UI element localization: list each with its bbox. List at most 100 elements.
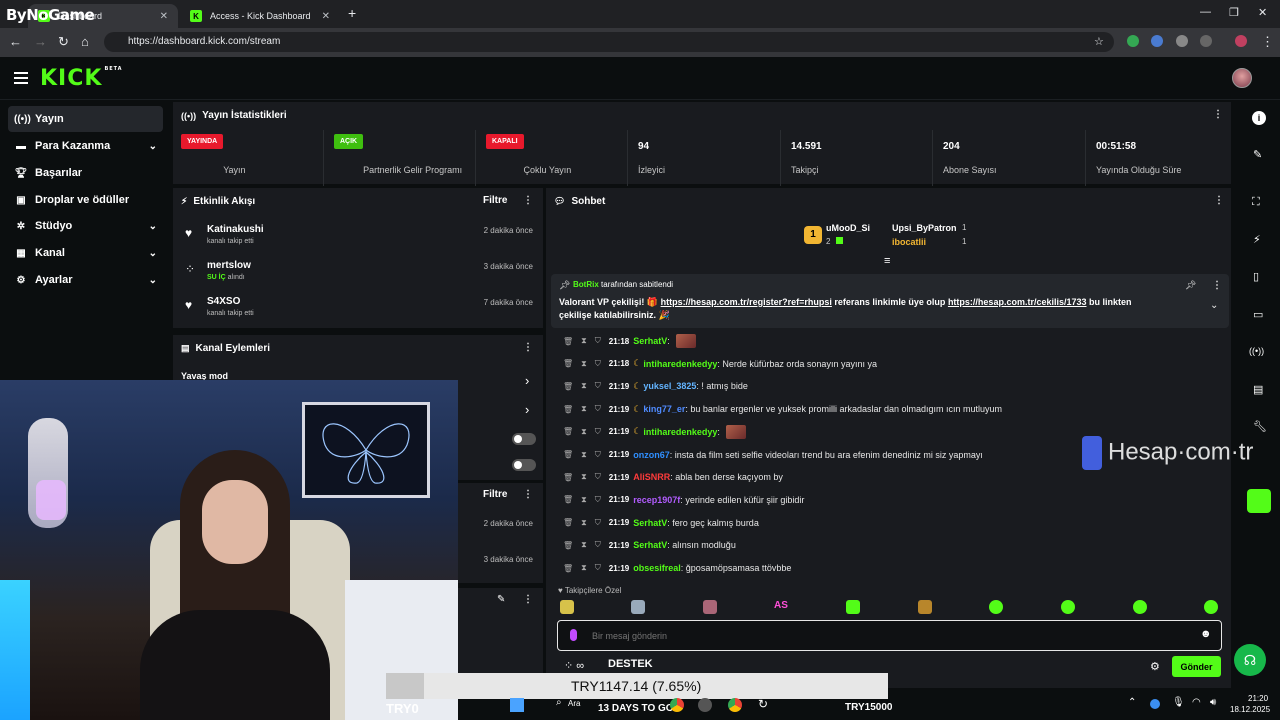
send-button[interactable]: Gönder xyxy=(1172,656,1221,677)
sidebar-item-basarilar[interactable]: 🏆︎ Başarılar xyxy=(8,160,163,186)
delete-icon[interactable]: 🗑︎ xyxy=(563,359,573,368)
broadcast-icon[interactable]: ((•)) xyxy=(1249,346,1264,356)
chat-icon[interactable]: ▭ xyxy=(1253,308,1263,321)
sidebar-item-para-kazanma[interactable]: ▬ Para Kazanma ⌄ xyxy=(8,133,163,159)
top-gifter-name[interactable]: Upsi_ByPatron xyxy=(892,223,957,233)
timeout-icon[interactable]: ⧗ xyxy=(581,359,587,369)
ban-icon[interactable]: ⛉ xyxy=(595,540,601,550)
delete-icon[interactable]: 🗑︎ xyxy=(563,473,573,482)
delete-icon[interactable]: 🗑︎ xyxy=(563,518,573,527)
taskbar-search-icon[interactable]: ⌕ xyxy=(556,697,562,708)
more-options-icon[interactable]: ⋮ xyxy=(523,594,533,605)
filter-lines-icon[interactable]: ≡ xyxy=(884,255,890,267)
puzzle-icon[interactable] xyxy=(1200,35,1212,47)
more-options-icon[interactable]: ⋮ xyxy=(523,489,533,500)
ban-icon[interactable]: ⛉ xyxy=(595,563,601,573)
message-user[interactable]: king77_er xyxy=(643,404,685,414)
message-user[interactable]: SerhatV xyxy=(633,336,667,346)
timeout-icon[interactable]: ⧗ xyxy=(581,472,587,482)
chrome-icon[interactable] xyxy=(670,698,684,712)
pinned-link[interactable]: https://hesap.com.tr/register?ref=rhupsi xyxy=(661,297,832,307)
app-icon[interactable]: ↻ xyxy=(758,697,768,711)
sidebar-item-kanal[interactable]: ▦ Kanal ⌄ xyxy=(8,240,163,266)
message-user[interactable]: obsesifreal xyxy=(633,563,681,573)
profile-icon[interactable] xyxy=(1235,35,1247,47)
emote-icon[interactable] xyxy=(560,600,574,614)
taskbar-search-label[interactable]: Ara xyxy=(568,699,580,708)
tray-mic-icon[interactable]: 🎙︎ xyxy=(1172,697,1185,708)
delete-icon[interactable]: 🗑︎ xyxy=(563,427,573,436)
close-window-icon[interactable]: ✕ xyxy=(1258,6,1267,19)
toggle-switch[interactable] xyxy=(512,433,536,445)
timeout-icon[interactable]: ⧗ xyxy=(581,495,587,505)
chat-input-box[interactable]: ☻ xyxy=(557,620,1222,651)
message-user[interactable]: intiharedenkedyy xyxy=(643,427,717,437)
points-icon[interactable]: ⁘ ∞ xyxy=(564,659,584,672)
activity-user[interactable]: S4XSO xyxy=(207,296,240,307)
browser-menu-icon[interactable]: ⋮ xyxy=(1261,34,1274,50)
emote-icon[interactable] xyxy=(1133,600,1147,614)
ban-icon[interactable]: ⛉ xyxy=(595,359,601,369)
sidebar-item-ayarlar[interactable]: ⚙ Ayarlar ⌄ xyxy=(8,267,163,293)
delete-icon[interactable]: 🗑︎ xyxy=(563,541,573,550)
ban-icon[interactable]: ⛉ xyxy=(595,336,601,346)
extension-icon[interactable] xyxy=(1176,35,1188,47)
message-user[interactable]: yuksel_3825 xyxy=(643,381,696,391)
sidebar-item-droplar[interactable]: ▣ Droplar ve ödüller xyxy=(8,187,163,213)
delete-icon[interactable]: 🗑︎ xyxy=(563,382,573,391)
shield-extension-icon[interactable] xyxy=(1127,35,1139,47)
chat-input[interactable] xyxy=(592,627,1152,645)
user-avatar[interactable] xyxy=(1232,68,1252,88)
message-user[interactable]: AliSNRR xyxy=(633,472,670,482)
more-options-icon[interactable]: ⋮ xyxy=(1213,109,1223,120)
emote-icon[interactable] xyxy=(703,600,717,614)
close-tab-icon[interactable]: ✕ xyxy=(160,11,168,22)
microphone-icon[interactable] xyxy=(570,629,577,641)
message-user[interactable]: SerhatV xyxy=(633,518,667,528)
delete-icon[interactable]: 🗑︎ xyxy=(563,450,573,459)
timeout-icon[interactable]: ⧗ xyxy=(581,336,587,346)
message-user[interactable]: intiharedenkedyy xyxy=(643,359,717,369)
emoji-icon[interactable]: ☻ xyxy=(1200,628,1212,640)
tray-wifi-icon[interactable]: ◠ xyxy=(1192,697,1201,708)
emote-icon[interactable] xyxy=(989,600,1003,614)
timeout-icon[interactable]: ⧗ xyxy=(581,450,587,460)
delete-icon[interactable]: 🗑︎ xyxy=(563,564,573,573)
top-gifter-name[interactable]: uMooD_Si xyxy=(826,223,870,233)
support-headset-icon[interactable]: ☊ xyxy=(1234,644,1266,676)
message-user[interactable]: recep1907f xyxy=(633,495,680,505)
ban-icon[interactable]: ⛉ xyxy=(595,404,601,414)
sidebar-item-studyo[interactable]: ✲ Stüdyo ⌄ xyxy=(8,213,163,239)
timeout-icon[interactable]: ⧗ xyxy=(581,427,587,437)
bookmark-star-icon[interactable]: ☆ xyxy=(1094,35,1104,48)
menu-icon[interactable] xyxy=(14,72,28,84)
chevron-right-icon[interactable]: › xyxy=(525,373,529,388)
emote-icon[interactable]: AS xyxy=(774,600,788,611)
ban-icon[interactable]: ⛉ xyxy=(595,450,601,460)
sidebar-item-yayin[interactable]: ((•)) Yayın xyxy=(8,106,163,132)
back-icon[interactable]: ← xyxy=(9,34,22,49)
tray-volume-icon[interactable]: 🔊︎ xyxy=(1210,697,1216,708)
minimize-icon[interactable]: — xyxy=(1200,6,1211,18)
wrench-icon[interactable]: 🔧︎ xyxy=(1253,420,1267,433)
windows-start-icon[interactable] xyxy=(510,698,524,712)
ban-icon[interactable]: ⛉ xyxy=(595,495,601,505)
chrome-icon[interactable] xyxy=(728,698,742,712)
delete-icon[interactable]: 🗑︎ xyxy=(563,337,573,346)
kick-logo[interactable]: KICK BETA xyxy=(40,66,123,91)
delete-icon[interactable]: 🗑︎ xyxy=(563,405,573,414)
filter-button[interactable]: Filtre xyxy=(483,489,507,500)
toggle-switch[interactable] xyxy=(512,459,536,471)
bolt-icon[interactable]: ⚡︎ xyxy=(1253,233,1261,246)
forward-icon[interactable]: → xyxy=(34,34,47,49)
chat-settings-icon[interactable]: ⚙ xyxy=(1150,660,1160,673)
more-options-icon[interactable]: ⋮ xyxy=(523,195,533,206)
layout-icon[interactable]: ▤ xyxy=(1253,383,1263,396)
url-field[interactable]: https://dashboard.kick.com/stream xyxy=(104,32,1114,52)
app-icon[interactable] xyxy=(698,698,712,712)
message-user[interactable]: SerhatV xyxy=(633,540,667,550)
delete-icon[interactable]: 🗑︎ xyxy=(563,495,573,504)
tab-access[interactable]: K Access - Kick Dashboard ✕ xyxy=(180,4,340,28)
emote-icon[interactable] xyxy=(631,600,645,614)
timeout-icon[interactable]: ⧗ xyxy=(581,404,587,414)
